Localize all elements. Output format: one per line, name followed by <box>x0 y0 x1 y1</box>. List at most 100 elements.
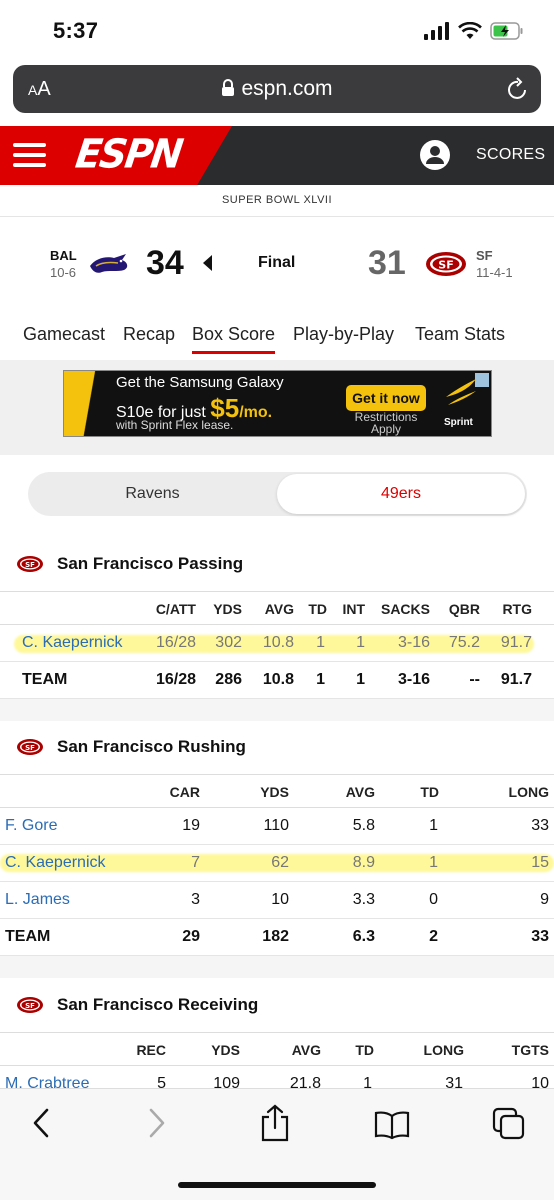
player-link[interactable]: C. Kaepernick <box>5 854 106 872</box>
away-team-record: 10-6 <box>50 265 77 280</box>
stat-cell: 19 <box>182 817 200 834</box>
col-header: TGTS <box>511 1042 549 1058</box>
stat-cell: 1 <box>363 1075 372 1088</box>
stat-cell: 110 <box>263 817 289 834</box>
ad-line-3: with Sprint Flex lease. <box>116 418 234 432</box>
menu-icon[interactable] <box>13 143 46 167</box>
tab-gamecast[interactable]: Gamecast <box>23 324 105 345</box>
col-header: LONG <box>508 784 549 800</box>
stat-cell: 1 <box>316 671 325 688</box>
stat-cell: 10 <box>271 891 289 908</box>
receiving-header-row: REC YDS AVG TD LONG TGTS <box>0 1032 554 1066</box>
stat-cell: 31 <box>445 1075 463 1088</box>
player-link[interactable]: C. Kaepernick <box>22 634 123 652</box>
stat-cell: 1 <box>356 634 365 651</box>
col-header: REC <box>136 1042 166 1058</box>
espn-logo[interactable]: ESPN <box>73 131 184 177</box>
share-icon[interactable] <box>259 1104 291 1142</box>
clock: 5:37 <box>53 18 99 43</box>
url-display[interactable]: espn.com <box>13 77 541 101</box>
col-header: TD <box>308 601 327 617</box>
stat-cell: 1 <box>356 671 365 688</box>
team-total-row: TEAM 16/28 286 10.8 1 1 3-16 -- 91.7 <box>0 662 554 699</box>
col-header: TD <box>420 784 439 800</box>
wifi-icon <box>458 22 482 39</box>
49ers-logo-icon: SF <box>17 997 43 1013</box>
url-text: espn.com <box>241 77 333 100</box>
table-row: C. Kaepernick 7 62 8.9 1 15 <box>0 845 554 882</box>
tab-recap[interactable]: Recap <box>123 324 175 345</box>
stat-cell: 91.7 <box>500 634 532 651</box>
stat-cell: -- <box>469 671 480 688</box>
player-link[interactable]: M. Crabtree <box>5 1075 89 1088</box>
battery-charging-icon <box>490 22 523 40</box>
team-label: TEAM <box>22 671 68 688</box>
game-tabs: Gamecast Recap Box Score Play-by-Play Te… <box>0 322 554 360</box>
player-link[interactable]: L. James <box>5 891 70 909</box>
col-header: RTG <box>502 601 532 617</box>
tab-team-stats[interactable]: Team Stats <box>415 324 505 345</box>
stat-cell: 3 <box>191 891 200 908</box>
49ers-logo-icon: SF <box>17 556 43 572</box>
stat-cell: 29 <box>182 928 200 945</box>
stat-cell: 62 <box>271 854 289 871</box>
team-label: TEAM <box>5 928 51 945</box>
stat-cell: 9 <box>540 891 549 908</box>
stat-cell: 7 <box>191 854 200 871</box>
toggle-ravens[interactable]: Ravens <box>28 472 277 516</box>
player-link[interactable]: F. Gore <box>5 817 57 835</box>
ravens-logo-icon[interactable] <box>88 250 130 278</box>
passing-header-row: C/ATT YDS AVG TD INT SACKS QBR RTG <box>0 591 554 625</box>
col-header: YDS <box>260 784 289 800</box>
home-score: 31 <box>368 244 406 282</box>
back-icon[interactable] <box>30 1106 52 1140</box>
stat-cell: 3-16 <box>397 671 430 688</box>
espn-header: ESPN <box>0 126 554 185</box>
browser-address-bar[interactable]: AA espn.com <box>13 65 541 113</box>
stat-cell: 16/28 <box>155 634 196 651</box>
stat-cell: 109 <box>213 1075 240 1088</box>
stat-cell: 21.8 <box>289 1075 321 1088</box>
col-header: QBR <box>448 601 480 617</box>
tab-box-score[interactable]: Box Score <box>192 324 276 354</box>
section-gap <box>0 956 554 978</box>
stat-cell: 5.8 <box>352 817 375 834</box>
user-account-icon[interactable] <box>419 139 451 171</box>
team-total-row: TEAM 29 182 6.3 2 33 <box>0 919 554 956</box>
ad-cta-button[interactable]: Get it now <box>346 385 426 411</box>
tabs-icon[interactable] <box>492 1107 526 1141</box>
ad-banner[interactable]: Get the Samsung Galaxy S10e for just $5/… <box>63 370 492 437</box>
home-indicator <box>178 1182 376 1188</box>
svg-text:SF: SF <box>25 1002 35 1010</box>
bookmarks-icon[interactable] <box>374 1110 410 1140</box>
rushing-title: San Francisco Rushing <box>57 737 246 756</box>
stat-cell: 3.3 <box>352 891 375 908</box>
stat-cell: 6.3 <box>352 928 375 945</box>
table-row: C. Kaepernick 16/28 302 10.8 1 1 3-16 75… <box>0 625 554 662</box>
forward-icon[interactable] <box>146 1106 168 1140</box>
stat-cell: 1 <box>429 817 438 834</box>
stat-cell: 286 <box>215 671 242 688</box>
stat-cell: 75.2 <box>448 634 480 651</box>
stat-cell: 5 <box>157 1075 166 1088</box>
toggle-49ers[interactable]: 49ers <box>277 474 525 514</box>
reload-icon[interactable] <box>507 77 529 101</box>
svg-text:SF: SF <box>25 561 35 569</box>
stat-cell: 8.9 <box>352 854 375 871</box>
scores-link[interactable]: SCORES <box>476 146 545 164</box>
stat-cell: 91.7 <box>500 671 532 688</box>
ad-brand: Sprint <box>444 417 473 428</box>
col-header: C/ATT <box>155 601 196 617</box>
col-header: YDS <box>213 601 242 617</box>
rushing-header-row: CAR YDS AVG TD LONG <box>0 774 554 808</box>
away-team-abbr: BAL <box>50 248 77 263</box>
svg-text:SF: SF <box>438 259 453 272</box>
tab-play-by-play[interactable]: Play-by-Play <box>293 324 394 345</box>
49ers-logo-icon: SF <box>17 739 43 755</box>
receiving-title: San Francisco Receiving <box>57 995 259 1014</box>
stat-cell: 0 <box>429 891 438 908</box>
divider <box>0 216 554 217</box>
status-bar: 5:37 <box>0 0 554 58</box>
ad-info-icon[interactable] <box>475 373 489 387</box>
49ers-logo-icon[interactable]: SF <box>425 250 467 278</box>
